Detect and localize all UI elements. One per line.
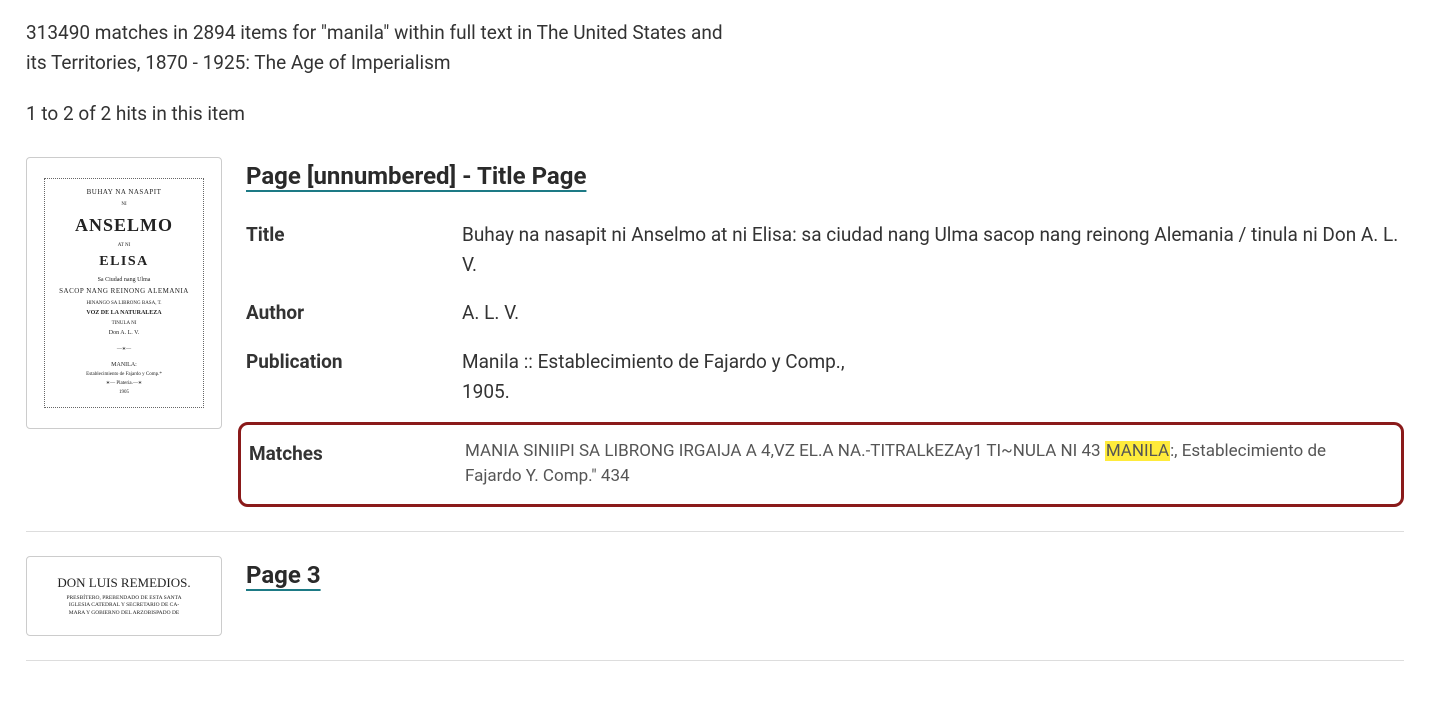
meta-row-author: Author A. L. V. [246,298,1404,328]
meta-value: Manila :: Establecimiento de Fajardo y C… [462,347,1404,408]
thumb-text: Don A. L. V. [51,329,197,339]
hit-range: 1 to 2 of 2 hits in this item [26,99,1404,129]
thumb-text: HINANGO SA LIBRONG BASA, T. [51,300,197,308]
thumb-text: 1905 [51,389,197,397]
thumb-text: BUHAY NA NASAPIT [51,187,197,198]
thumb-text: Sa Ciudad nang Ulma [51,276,197,286]
meta-label: Matches [241,439,465,490]
result-content: Page 3 [246,556,1404,636]
thumb-text: MANILA: [51,361,197,371]
search-result: DON LUIS REMEDIOS. PRESBÍTERO, PREBENDAD… [26,556,1404,661]
search-summary: 313490 matches in 2894 items for "manila… [26,18,726,79]
thumb-text: ELISA [51,251,197,273]
thumb-text: Establecimiento de Fajardo y Comp.* [51,371,197,379]
thumb-text: AT NI [51,242,197,250]
thumb-text: MARA Y GOBIERNO DEL ARZOBISPADO DE [39,610,209,617]
meta-label: Author [246,298,462,328]
thumbnail-page3: DON LUIS REMEDIOS. PRESBÍTERO, PREBENDAD… [39,565,209,617]
publication-text: Manila :: Establecimiento de Fajardo y C… [462,350,845,373]
thumb-text: VOZ DE LA NATURALEZA [51,309,197,319]
page-link[interactable]: Page 3 [246,556,321,594]
meta-label: Title [246,220,462,281]
thumb-text: IGLESIA CATEDRAL Y SECRETARIO DE CA- [39,602,209,609]
search-result: BUHAY NA NASAPIT NI ANSELMO AT NI ELISA … [26,157,1404,531]
meta-row-publication: Publication Manila :: Establecimiento de… [246,347,1404,408]
page-thumbnail[interactable]: DON LUIS REMEDIOS. PRESBÍTERO, PREBENDAD… [26,556,222,636]
publication-year: 1905. [462,380,510,403]
match-snippet: MANIA SINIIPI SA LIBRONG IRGAIJA A 4,VZ … [465,439,1383,490]
thumb-text: SACOP NANG REINONG ALEMANIA [51,286,197,297]
thumb-text: DON LUIS REMEDIOS. [39,573,209,594]
thumb-text: NI [51,201,197,209]
meta-value: Buhay na nasapit ni Anselmo at ni Elisa:… [462,220,1404,281]
page-link[interactable]: Page [unnumbered] - Title Page [246,157,586,195]
matches-highlight-box: Matches MANIA SINIIPI SA LIBRONG IRGAIJA… [238,422,1404,507]
meta-value: A. L. V. [462,298,1404,328]
page-thumbnail[interactable]: BUHAY NA NASAPIT NI ANSELMO AT NI ELISA … [26,157,222,429]
meta-row-title: Title Buhay na nasapit ni Anselmo at ni … [246,220,1404,281]
thumb-text: ANSELMO [51,211,197,240]
meta-label: Publication [246,347,462,408]
thumb-text: —∗— [51,346,197,354]
match-highlight: MANILA [1105,441,1170,461]
thumbnail-titlepage: BUHAY NA NASAPIT NI ANSELMO AT NI ELISA … [44,178,204,408]
thumb-text: PRESBÍTERO, PREBENDADO DE ESTA SANTA [39,595,209,602]
result-content: Page [unnumbered] - Title Page Title Buh… [246,157,1404,506]
thumb-text: ∗— Plateria.—∗ [51,380,197,388]
match-pre: MANIA SINIIPI SA LIBRONG IRGAIJA A 4,VZ … [465,441,1105,461]
thumb-text: TINULA NI [51,320,197,328]
